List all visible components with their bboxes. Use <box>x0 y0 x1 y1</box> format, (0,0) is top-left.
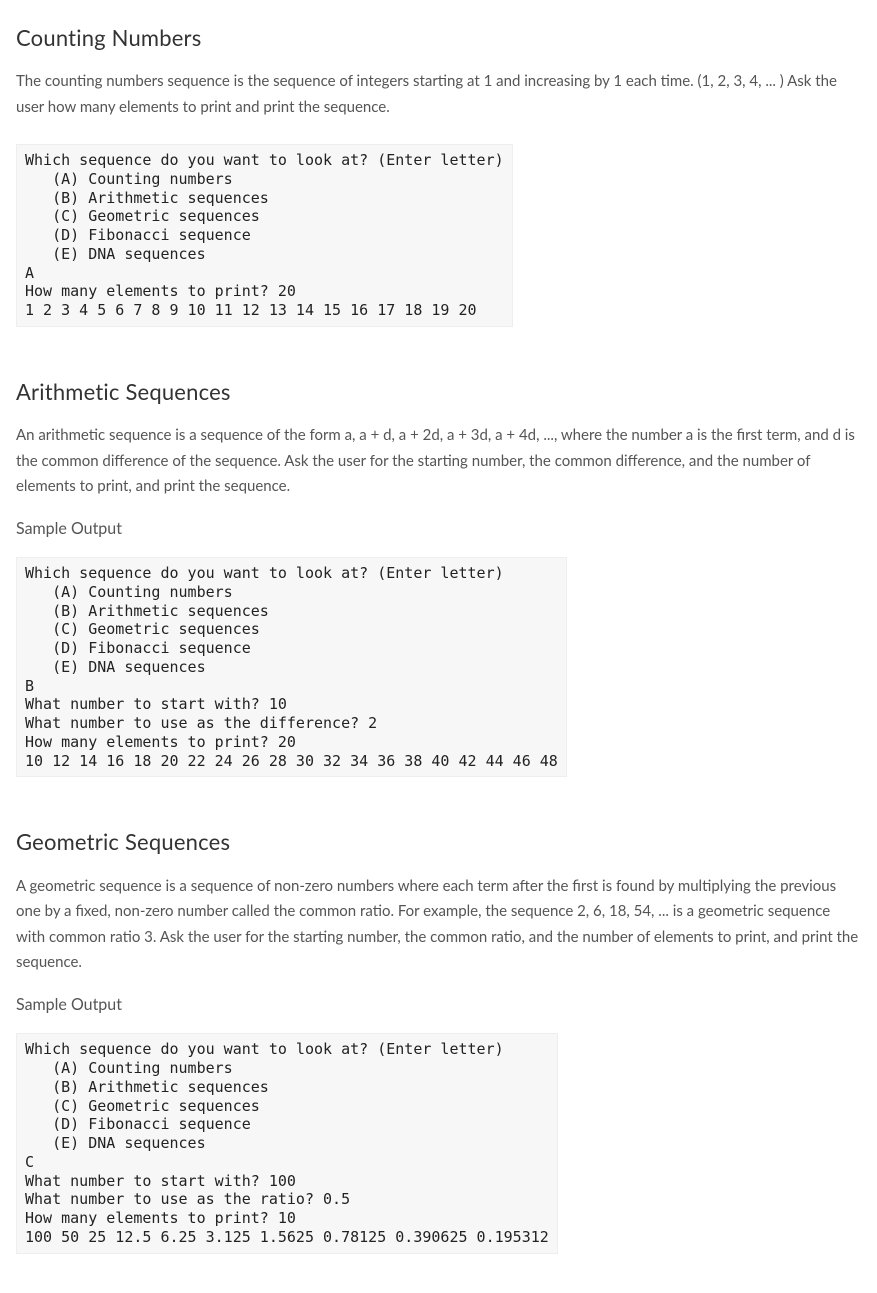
counting-description: The counting numbers sequence is the seq… <box>16 69 861 120</box>
arithmetic-code-block: Which sequence do you want to look at? (… <box>16 557 567 777</box>
geometric-description: A geometric sequence is a sequence of no… <box>16 874 861 976</box>
geometric-heading: Geometric Sequences <box>16 824 861 859</box>
geometric-sample-label: Sample Output <box>16 992 861 1018</box>
geometric-code-block: Which sequence do you want to look at? (… <box>16 1033 558 1253</box>
counting-code-block: Which sequence do you want to look at? (… <box>16 144 513 327</box>
arithmetic-sample-label: Sample Output <box>16 516 861 542</box>
arithmetic-description: An arithmetic sequence is a sequence of … <box>16 423 861 500</box>
arithmetic-heading: Arithmetic Sequences <box>16 374 861 409</box>
counting-heading: Counting Numbers <box>16 20 861 55</box>
